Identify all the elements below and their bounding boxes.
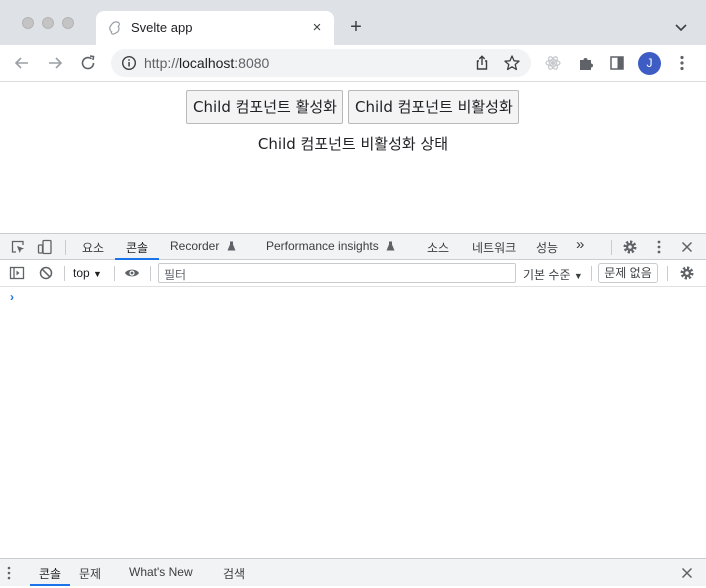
- devtools-menu-icon[interactable]: [651, 239, 667, 255]
- tab-sources[interactable]: 소스: [427, 239, 449, 256]
- tab-recorder[interactable]: Recorder: [170, 239, 236, 253]
- close-devtools-icon[interactable]: [679, 239, 695, 255]
- profile-avatar[interactable]: J: [638, 52, 661, 75]
- side-panel-icon[interactable]: [607, 53, 627, 73]
- experiment-flask-icon: [227, 241, 236, 251]
- window-close-button[interactable]: [22, 17, 34, 29]
- dropdown-triangle-icon: ▼: [573, 271, 583, 281]
- url-port: :8080: [234, 55, 270, 71]
- extension-devtools-icon[interactable]: [543, 53, 563, 73]
- console-filter-input[interactable]: 필터: [158, 263, 516, 283]
- svelte-icon: [108, 21, 122, 35]
- divider: [150, 266, 151, 281]
- drawer-tab-whats-new[interactable]: What's New: [129, 565, 193, 579]
- divider: [611, 240, 612, 255]
- more-tabs-chevron-icon[interactable]: »: [576, 236, 584, 253]
- page-viewport: Child 컴포넌트 활성화 Child 컴포넌트 비활성화 Child 컴포넌…: [0, 83, 706, 233]
- activate-child-button[interactable]: Child 컴포넌트 활성화: [186, 90, 343, 124]
- tab-title: Svelte app: [131, 20, 193, 35]
- reload-icon[interactable]: [78, 53, 98, 73]
- experiment-flask-icon: [386, 241, 395, 251]
- tab-search-chevron-icon[interactable]: [672, 18, 690, 36]
- tab-recorder-label: Recorder: [170, 239, 220, 253]
- context-selector[interactable]: top ▼: [73, 266, 102, 280]
- site-info-icon[interactable]: [121, 55, 137, 71]
- url-host: localhost: [179, 55, 235, 71]
- divider: [114, 266, 115, 281]
- bookmark-star-icon[interactable]: [503, 54, 521, 72]
- url-scheme: http://: [144, 55, 180, 71]
- divider: [65, 240, 66, 255]
- divider: [667, 266, 668, 281]
- tab-performance-insights[interactable]: Performance insights: [266, 239, 395, 253]
- browser-toolbar: http://localhost:8080 J: [0, 45, 706, 82]
- sidebar-toggle-icon[interactable]: [9, 265, 25, 281]
- tab-performance[interactable]: 성능: [536, 239, 558, 256]
- new-tab-button[interactable]: +: [346, 17, 366, 37]
- child-status-text: Child 컴포넌트 비활성화 상태: [257, 135, 449, 153]
- drawer-tab-search[interactable]: 검색: [223, 565, 245, 582]
- extensions-puzzle-icon[interactable]: [576, 53, 596, 73]
- device-toolbar-icon[interactable]: [37, 239, 53, 255]
- tab-console[interactable]: 콘솔: [126, 239, 148, 256]
- dropdown-triangle-icon: ▼: [93, 269, 102, 279]
- console-settings-gear-icon[interactable]: [679, 265, 695, 281]
- devtools-tab-bar: 요소 콘솔 Recorder Performance insights 소스 네…: [0, 233, 706, 260]
- browser-tab[interactable]: Svelte app ×: [96, 11, 334, 45]
- deactivate-child-button[interactable]: Child 컴포넌트 비활성화: [348, 90, 519, 124]
- settings-gear-icon[interactable]: [622, 239, 638, 255]
- active-drawer-tab-indicator: [30, 584, 70, 586]
- window-maximize-button[interactable]: [62, 17, 74, 29]
- clear-console-icon[interactable]: [38, 265, 54, 281]
- back-arrow-icon[interactable]: [12, 53, 32, 73]
- address-bar[interactable]: http://localhost:8080: [111, 49, 531, 77]
- issues-button[interactable]: 문제 없음: [598, 263, 658, 283]
- tab-network[interactable]: 네트워크: [472, 239, 516, 256]
- tab-close-button[interactable]: ×: [308, 19, 326, 37]
- url-text: http://localhost:8080: [144, 55, 269, 71]
- share-icon[interactable]: [473, 54, 491, 72]
- drawer-tab-issues[interactable]: 문제: [79, 565, 101, 582]
- live-expression-eye-icon[interactable]: [124, 265, 140, 281]
- close-drawer-icon[interactable]: [679, 565, 695, 581]
- divider: [64, 266, 65, 281]
- drawer-tab-console[interactable]: 콘솔: [39, 565, 61, 582]
- drawer-menu-icon[interactable]: [6, 565, 12, 581]
- tab-performance-insights-label: Performance insights: [266, 239, 379, 253]
- inspect-element-icon[interactable]: [10, 239, 26, 255]
- context-label: top: [73, 266, 90, 280]
- console-prompt-icon: ›: [10, 290, 14, 304]
- tab-strip: Svelte app × +: [0, 0, 706, 45]
- devtools-drawer-bar: 콘솔 문제 What's New 검색: [0, 558, 706, 586]
- log-levels-label: 기본 수준: [523, 268, 571, 282]
- console-output[interactable]: ›: [0, 288, 706, 558]
- divider: [591, 266, 592, 281]
- log-levels-dropdown[interactable]: 기본 수준 ▼: [523, 266, 583, 283]
- filter-placeholder: 필터: [164, 268, 187, 282]
- console-toolbar: top ▼ 필터 기본 수준 ▼ 문제 없음: [0, 260, 706, 287]
- forward-arrow-icon[interactable]: [45, 53, 65, 73]
- browser-menu-icon[interactable]: [672, 53, 692, 73]
- window-minimize-button[interactable]: [42, 17, 54, 29]
- tab-elements[interactable]: 요소: [82, 239, 104, 256]
